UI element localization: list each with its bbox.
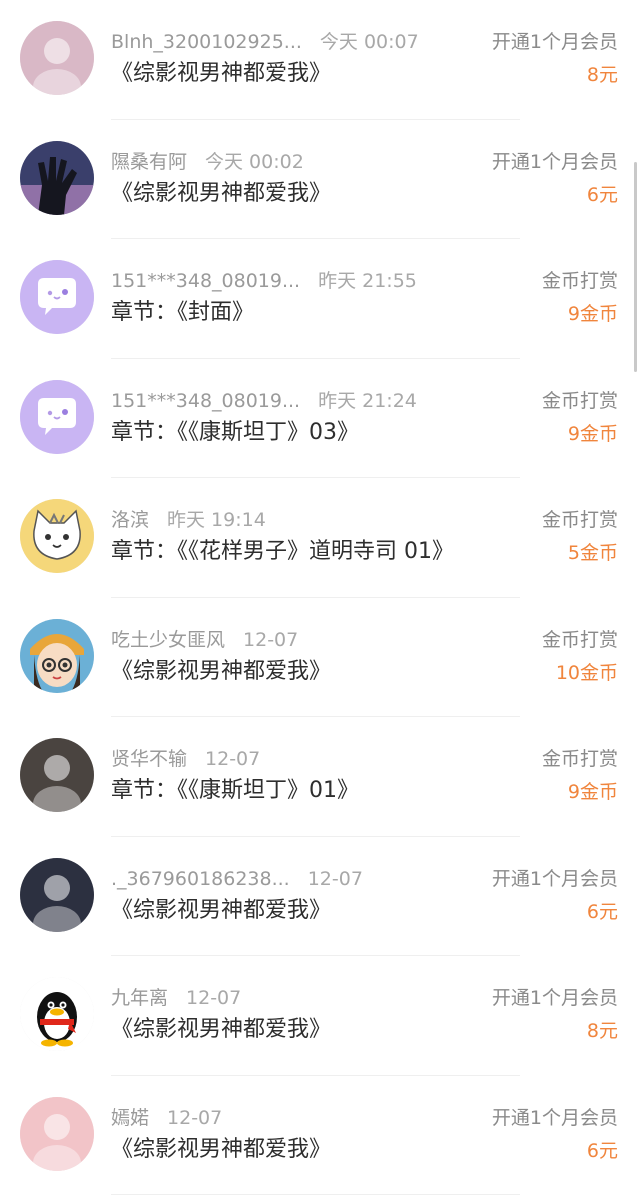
user-name[interactable]: 贤华不输 — [111, 748, 187, 770]
chat-bubble-icon — [20, 260, 94, 334]
cat-icon — [20, 499, 94, 573]
avatar[interactable] — [20, 260, 94, 334]
timestamp: 昨天 19:14 — [167, 509, 266, 531]
avatar[interactable] — [20, 1097, 94, 1171]
amount: 8元 — [587, 62, 618, 88]
user-info-line: 九年离 12-07 — [111, 986, 241, 1010]
user-name[interactable]: 嫣婼 — [111, 1107, 149, 1129]
user-name[interactable]: 九年离 — [111, 987, 168, 1009]
transaction-type: 金币打赏 — [542, 389, 618, 413]
timestamp: 12-07 — [186, 987, 241, 1009]
item-title: 《综影视男神都爱我》 — [111, 60, 331, 88]
timestamp: 昨天 21:55 — [318, 270, 417, 292]
amount: 6元 — [587, 1138, 618, 1164]
user-name[interactable]: ._367960186238... — [111, 868, 290, 890]
timestamp: 今天 00:02 — [205, 151, 304, 173]
list-item[interactable]: 吃土少女匪风 12-07 《综影视男神都爱我》 金币打赏 10金币 — [0, 598, 640, 718]
amount: 5金币 — [568, 540, 618, 566]
user-info-line: 洛滨昨天 19:14 — [111, 508, 266, 532]
user-name[interactable]: Blnh_3200102925... — [111, 31, 302, 53]
amount: 6元 — [587, 899, 618, 925]
user-info-line: 吃土少女匪风 12-07 — [111, 628, 298, 652]
timestamp: 今天 00:07 — [320, 31, 419, 53]
scrollbar[interactable] — [634, 162, 637, 372]
item-title: 《综影视男神都爱我》 — [111, 658, 331, 686]
user-info-line: Blnh_3200102925... 今天 00:07 — [111, 30, 419, 54]
list-item[interactable]: 洛滨昨天 19:14 章节：《《花样男子》道明寺司 01》 金币打赏 5金币 — [0, 478, 640, 598]
list-item[interactable]: 九年离 12-07 《综影视男神都爱我》 开通1个月会员 8元 — [0, 956, 640, 1076]
transaction-type: 金币打赏 — [542, 508, 618, 532]
user-name[interactable]: 洛滨 — [111, 509, 149, 531]
avatar[interactable] — [20, 21, 94, 95]
list-item[interactable]: Blnh_3200102925... 今天 00:07 《综影视男神都爱我》 开通1个… — [0, 0, 640, 120]
user-name[interactable]: 151***348_08019... — [111, 270, 300, 292]
amount: 9金币 — [568, 779, 618, 805]
item-title: 章节：《《康斯坦丁》03》 — [111, 419, 359, 447]
timestamp: 12-07 — [205, 748, 260, 770]
reward-list: Blnh_3200102925...今天 00:07《综影视男神都爱我》开通1个… — [0, 0, 640, 1175]
transaction-type: 金币打赏 — [542, 269, 618, 293]
amount: 6元 — [587, 182, 618, 208]
user-info-line: 嫣婼 12-07 — [111, 1106, 222, 1130]
item-title: 《综影视男神都爱我》 — [111, 897, 331, 925]
photo-icon — [20, 738, 94, 812]
timestamp: 昨天 21:24 — [318, 390, 417, 412]
avatar[interactable] — [20, 141, 94, 215]
user-info-line: ._367960186238... 12-07 — [111, 867, 363, 891]
avatar[interactable] — [20, 619, 94, 693]
item-title: 《综影视男神都爱我》 — [111, 180, 331, 208]
user-info-line: 151***348_08019... 昨天 21:55 — [111, 269, 417, 293]
transaction-type: 开通1个月会员 — [492, 986, 618, 1010]
list-item[interactable]: 贤华不输 12-07 章节：《《康斯坦丁》01》 金币打赏 9金币 — [0, 717, 640, 837]
avatar[interactable] — [20, 858, 94, 932]
amount: 9金币 — [568, 301, 618, 327]
transaction-type: 金币打赏 — [542, 747, 618, 771]
transaction-type: 开通1个月会员 — [492, 867, 618, 891]
list-item[interactable]: 嫣婼 12-07 《综影视男神都爱我》 开通1个月会员 6元 — [0, 1076, 640, 1195]
user-name[interactable]: 151***348_08019... — [111, 390, 300, 412]
transaction-type: 开通1个月会员 — [492, 1106, 618, 1130]
user-name[interactable]: 隰桑有阿 — [111, 151, 187, 173]
list-item[interactable]: 151***348_08019... 昨天 21:24 章节：《《康斯坦丁》03》 金… — [0, 359, 640, 479]
amount: 10金币 — [556, 660, 618, 686]
photo-icon — [20, 1097, 94, 1171]
list-item[interactable]: 隰桑有阿今天 00:02 《综影视男神都爱我》 开通1个月会员 6元 — [0, 120, 640, 240]
avatar[interactable] — [20, 977, 94, 1051]
user-info-line: 隰桑有阿今天 00:02 — [111, 150, 304, 174]
item-title: 《综影视男神都爱我》 — [111, 1136, 331, 1164]
item-title: 章节：《《花样男子》道明寺司 01》 — [111, 538, 454, 566]
penguin-icon — [20, 977, 94, 1051]
item-title: 章节：《《康斯坦丁》01》 — [111, 777, 359, 805]
list-item[interactable]: ._367960186238... 12-07 《综影视男神都爱我》 开通1个月会员 6… — [0, 837, 640, 957]
avatar[interactable] — [20, 380, 94, 454]
hand-silhouette-icon — [20, 141, 94, 215]
amount: 8元 — [587, 1018, 618, 1044]
avatar[interactable] — [20, 738, 94, 812]
timestamp: 12-07 — [308, 868, 363, 890]
avatar[interactable] — [20, 499, 94, 573]
timestamp: 12-07 — [167, 1107, 222, 1129]
transaction-type: 开通1个月会员 — [492, 150, 618, 174]
transaction-type: 开通1个月会员 — [492, 30, 618, 54]
item-title: 章节：《封面》 — [111, 299, 254, 327]
list-item[interactable]: 151***348_08019... 昨天 21:55 章节：《封面》 金币打赏 9金币 — [0, 239, 640, 359]
user-info-line: 151***348_08019... 昨天 21:24 — [111, 389, 417, 413]
transaction-type: 金币打赏 — [542, 628, 618, 652]
amount: 9金币 — [568, 421, 618, 447]
cartoon-girl-icon — [20, 619, 94, 693]
photo-icon — [20, 858, 94, 932]
chat-bubble-icon — [20, 380, 94, 454]
photo-icon — [20, 21, 94, 95]
item-title: 《综影视男神都爱我》 — [111, 1016, 331, 1044]
user-info-line: 贤华不输 12-07 — [111, 747, 260, 771]
timestamp: 12-07 — [243, 629, 298, 651]
user-name[interactable]: 吃土少女匪风 — [111, 629, 225, 651]
